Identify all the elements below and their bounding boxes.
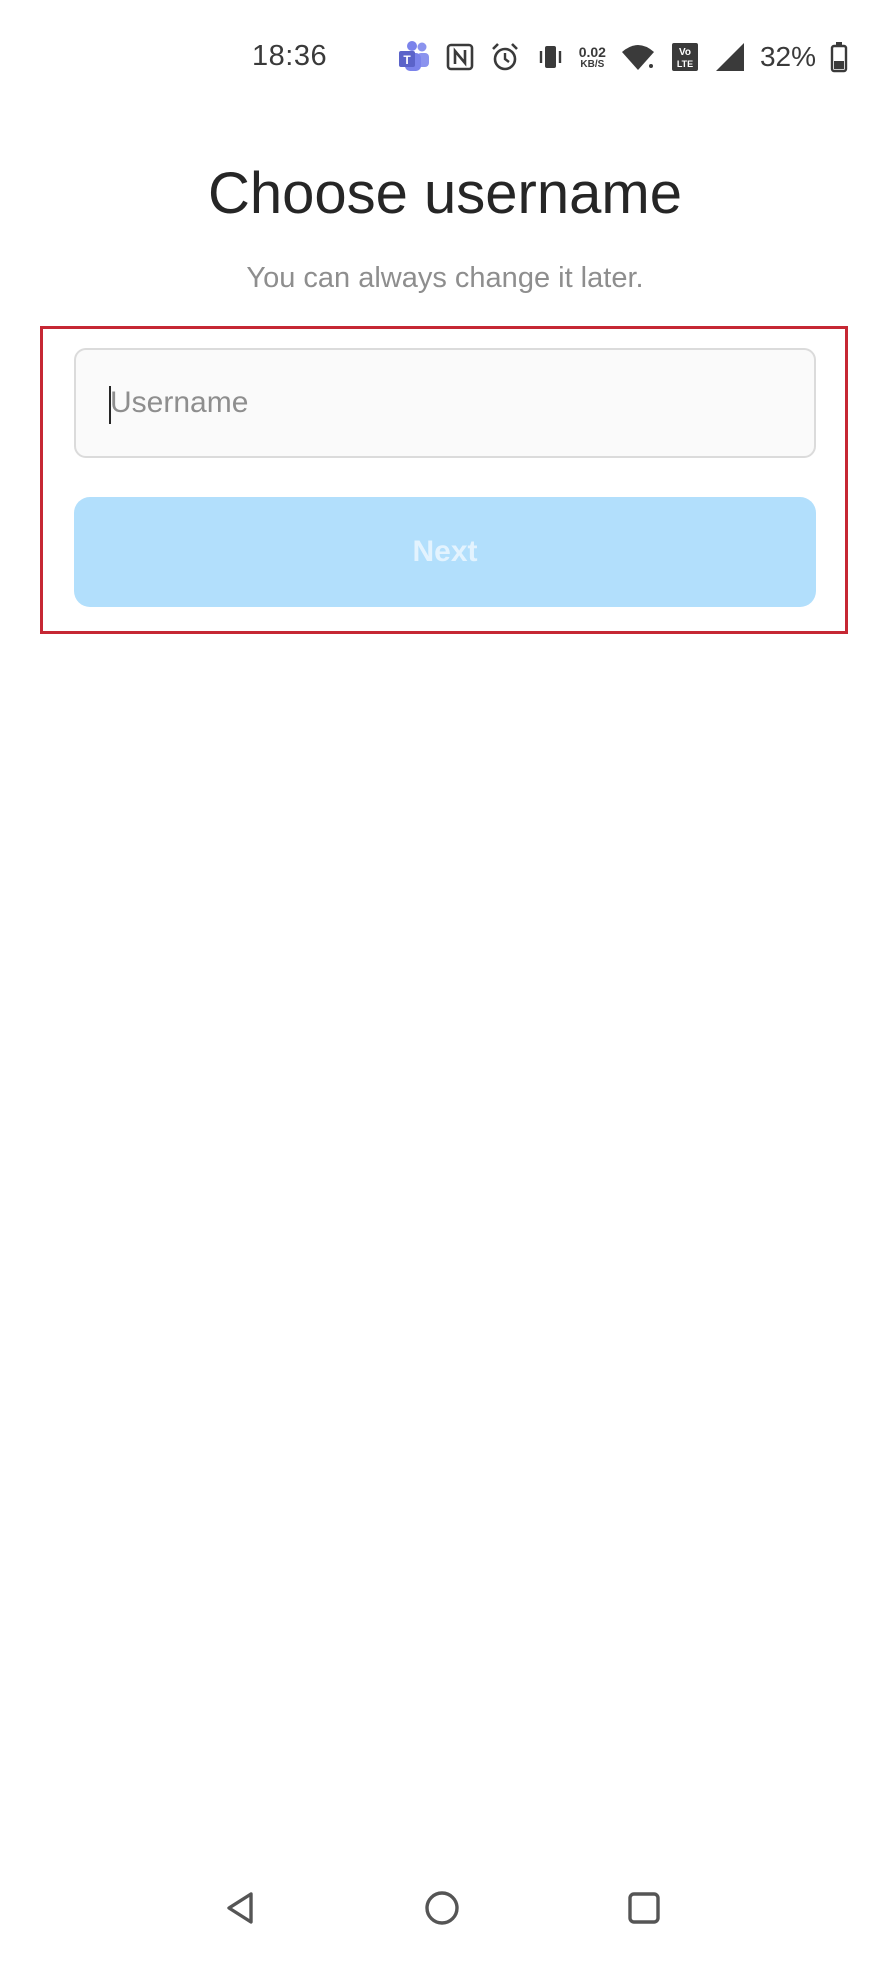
network-speed-unit: KB/S [580, 58, 605, 70]
vibrate-icon [535, 42, 565, 72]
text-caret [109, 386, 111, 424]
nfc-icon [445, 42, 475, 72]
signal-icon [714, 41, 746, 73]
next-button[interactable]: Next [74, 497, 816, 607]
network-speed: 0.02 KB/S [579, 45, 606, 70]
svg-text:LTE: LTE [677, 59, 693, 69]
back-icon [220, 1888, 260, 1933]
battery-icon [830, 41, 848, 73]
volte-icon: Vo LTE [670, 41, 700, 73]
home-button[interactable] [412, 1880, 472, 1940]
username-input[interactable] [74, 348, 816, 458]
status-time: 18:36 [252, 40, 328, 72]
page-title: Choose username [208, 161, 682, 226]
home-icon [422, 1888, 462, 1933]
wifi-icon [620, 42, 656, 72]
status-bar: 18:36 T 0.02 KB/S Vo LTE 32% [0, 0, 890, 118]
recents-button[interactable] [614, 1880, 674, 1940]
teams-icon: T [397, 40, 431, 74]
page-subtitle: You can always change it later. [246, 262, 644, 294]
battery-percent: 32% [759, 41, 816, 72]
alarm-icon [489, 41, 521, 73]
back-button[interactable] [210, 1880, 270, 1940]
svg-text:T: T [403, 53, 411, 67]
navigation-bar [0, 1880, 890, 1978]
network-speed-value: 0.02 [578, 43, 606, 60]
status-icons: T 0.02 KB/S Vo LTE 32% [397, 38, 848, 76]
svg-text:Vo: Vo [679, 47, 691, 58]
recents-icon [624, 1888, 664, 1933]
